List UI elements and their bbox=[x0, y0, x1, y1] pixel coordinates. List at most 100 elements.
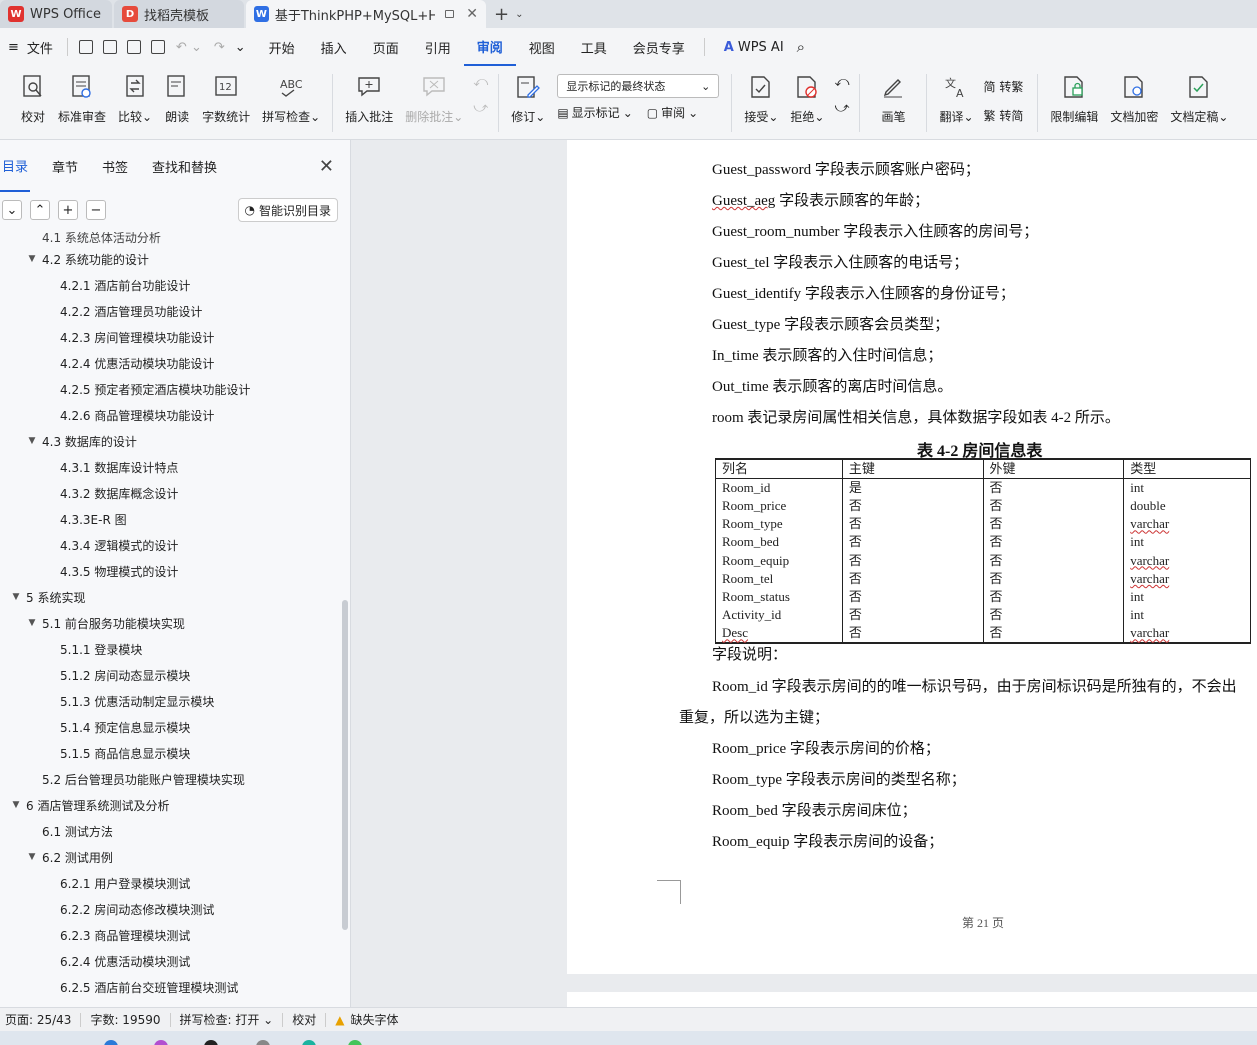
toc-item[interactable]: 4.3.1 数据库设计特点 bbox=[0, 454, 340, 480]
to-simplified-button[interactable]: 繁 转简 bbox=[984, 107, 1024, 124]
page-count[interactable]: 页面: 25/43 bbox=[0, 1011, 76, 1028]
chevron-down-icon[interactable]: ⌄ bbox=[2, 200, 22, 220]
print-icon[interactable] bbox=[126, 40, 141, 54]
toc-item[interactable]: 4.2.1 酒店前台功能设计 bbox=[0, 272, 340, 298]
toc-item[interactable]: 5.2 后台管理员功能账户管理模块实现 bbox=[0, 766, 340, 792]
to-traditional-button[interactable]: 简 转繁 bbox=[984, 78, 1024, 95]
menu-member[interactable]: 会员专享 bbox=[620, 28, 698, 66]
tab-chapters[interactable]: 章节 bbox=[40, 140, 90, 192]
compare-button[interactable]: 比较⌄ bbox=[118, 74, 152, 125]
delete-comment-button[interactable]: 删除批注⌄ bbox=[405, 74, 463, 125]
menu-tools[interactable]: 工具 bbox=[568, 28, 620, 66]
menu-page[interactable]: 页面 bbox=[360, 28, 412, 66]
close-icon[interactable]: ✕ bbox=[466, 6, 478, 22]
expand-arrow-icon[interactable]: ▼ bbox=[26, 254, 38, 264]
toc-item[interactable]: 4.2.5 预定者预定酒店模块功能设计 bbox=[0, 376, 340, 402]
toc-item[interactable]: 6.1 测试方法 bbox=[0, 818, 340, 844]
proofread-button[interactable]: 校对 bbox=[20, 74, 46, 125]
toc-item[interactable]: 4.3.3E-R 图 bbox=[0, 506, 340, 532]
toc-item[interactable]: 4.3.5 物理模式的设计 bbox=[0, 558, 340, 584]
translate-button[interactable]: 文A 翻译⌄ bbox=[939, 74, 973, 125]
tab-document[interactable]: W 基于ThinkPHP+MySQL+HTM ✕ bbox=[246, 0, 486, 28]
toc-item[interactable]: 5.1.2 房间动态显示模块 bbox=[0, 662, 340, 688]
toc-item[interactable]: 4.2.2 酒店管理员功能设计 bbox=[0, 298, 340, 324]
expand-arrow-icon[interactable]: ▼ bbox=[26, 436, 38, 446]
wps-ai-button[interactable]: A WPS AI bbox=[711, 28, 797, 66]
print-preview-icon[interactable] bbox=[150, 40, 165, 54]
redo-icon[interactable]: ↷ bbox=[214, 40, 225, 55]
toc-item[interactable]: 4.2.4 优惠活动模块功能设计 bbox=[0, 350, 340, 376]
export-pdf-icon[interactable] bbox=[102, 40, 117, 54]
menu-view[interactable]: 视图 bbox=[516, 28, 568, 66]
toc-item[interactable]: ▼ 5 系统实现 bbox=[0, 584, 340, 610]
reject-button[interactable]: 拒绝⌄ bbox=[790, 74, 824, 125]
next-comment-icon[interactable]: ⤻ bbox=[473, 100, 488, 116]
toc-item[interactable]: 6.2.3 商品管理模块测试 bbox=[0, 922, 340, 948]
smart-toc-button[interactable]: ◔ 智能识别目录 bbox=[237, 198, 338, 222]
expand-arrow-icon[interactable]: ▼ bbox=[26, 852, 38, 862]
expand-arrow-icon[interactable]: ▼ bbox=[26, 618, 38, 628]
tab-toc[interactable]: 目录 bbox=[0, 140, 31, 192]
taskbar-app-icon[interactable] bbox=[154, 1040, 168, 1045]
previous-comment-icon[interactable]: ⤺ bbox=[473, 74, 488, 90]
word-count[interactable]: 字数: 19590 bbox=[85, 1011, 165, 1028]
toc-item[interactable]: 6.2.4 优惠活动模块测试 bbox=[0, 948, 340, 974]
toc-item[interactable]: ▼ 6 酒店管理系统测试及分析 bbox=[0, 792, 340, 818]
taskbar-app-icon[interactable] bbox=[256, 1040, 270, 1045]
taskbar-app-icon[interactable] bbox=[204, 1040, 218, 1045]
toc-item[interactable]: ▼ 5.1 前台服务功能模块实现 bbox=[0, 610, 340, 636]
restrict-edit-button[interactable]: 限制编辑 bbox=[1050, 74, 1098, 125]
word-count-button[interactable]: 12 字数统计 bbox=[202, 74, 250, 125]
finalize-button[interactable]: 文档定稿⌄ bbox=[1170, 74, 1228, 125]
next-change-icon[interactable]: ⤻ bbox=[834, 100, 849, 116]
taskbar-app-icon[interactable] bbox=[302, 1040, 316, 1045]
toc-item[interactable]: 6.2.5 酒店前台交班管理模块测试 bbox=[0, 974, 340, 1000]
taskbar-app-icon[interactable] bbox=[348, 1040, 362, 1045]
chevron-up-icon[interactable]: ⌃ bbox=[30, 200, 50, 220]
file-menu[interactable]: ≡ 文件 bbox=[0, 28, 61, 66]
toc-item[interactable]: 4.3.2 数据库概念设计 bbox=[0, 480, 340, 506]
tab-templates[interactable]: D 找稻壳模板 bbox=[114, 0, 244, 28]
toc-item[interactable]: 5.1.4 预定信息显示模块 bbox=[0, 714, 340, 740]
toc-item[interactable]: 5.1.1 登录模块 bbox=[0, 636, 340, 662]
pen-button[interactable]: 画笔 bbox=[880, 74, 906, 125]
expand-arrow-icon[interactable]: ▼ bbox=[10, 592, 22, 602]
new-tab-button[interactable]: + bbox=[494, 0, 509, 28]
undo-icon[interactable]: ↶ ⌄ bbox=[176, 40, 202, 55]
menu-references[interactable]: 引用 bbox=[412, 28, 464, 66]
review-pane-button[interactable]: ▢ 审阅 ⌄ bbox=[647, 104, 698, 121]
toc-item[interactable]: 5.1.3 优惠活动制定显示模块 bbox=[0, 688, 340, 714]
track-changes-button[interactable]: 修订⌄ bbox=[511, 74, 545, 125]
close-icon[interactable]: ✕ bbox=[319, 156, 334, 177]
menu-review[interactable]: 审阅 bbox=[463, 28, 516, 66]
toc-item[interactable]: 4.3.4 逻辑模式的设计 bbox=[0, 532, 340, 558]
toc-item[interactable]: 4.2.3 房间管理模块功能设计 bbox=[0, 324, 340, 350]
change-nav-buttons[interactable]: ⤺ ⤻ bbox=[834, 74, 849, 116]
show-markup-button[interactable]: ▤ 显示标记 ⌄ bbox=[557, 104, 632, 121]
toc-item[interactable]: ▼ 4.3 数据库的设计 bbox=[0, 428, 340, 454]
monitor-icon[interactable] bbox=[444, 10, 455, 18]
save-icon[interactable] bbox=[78, 40, 93, 54]
tab-bookmarks[interactable]: 书签 bbox=[90, 140, 140, 192]
menu-insert[interactable]: 插入 bbox=[308, 28, 360, 66]
toc-item[interactable]: ▼ 6.2 测试用例 bbox=[0, 844, 340, 870]
tab-find-replace[interactable]: 查找和替换 bbox=[140, 140, 229, 192]
chevron-down-icon[interactable]: ⌄ bbox=[515, 0, 523, 28]
encrypt-button[interactable]: 文档加密 bbox=[1110, 74, 1158, 125]
spell-check-button[interactable]: ABC 拼写检查⌄ bbox=[262, 74, 320, 125]
toc-item[interactable]: 4.1 系统总体活动分析 bbox=[0, 232, 340, 246]
tab-wps-office[interactable]: W WPS Office bbox=[0, 0, 112, 28]
menu-home[interactable]: 开始 bbox=[256, 28, 308, 66]
standard-review-button[interactable]: 标准审查 bbox=[58, 74, 106, 125]
toc-item[interactable]: 6.2.1 用户登录模块测试 bbox=[0, 870, 340, 896]
previous-change-icon[interactable]: ⤺ bbox=[834, 74, 849, 90]
read-aloud-button[interactable]: 朗读 bbox=[164, 74, 190, 125]
search-icon[interactable]: ⌕ bbox=[797, 38, 805, 56]
spell-check-status[interactable]: 拼写检查: 打开 ⌄ bbox=[175, 1011, 279, 1028]
markup-state-dropdown[interactable]: 显示标记的最终状态 ⌄ bbox=[557, 74, 720, 98]
insert-comment-button[interactable]: 插入批注 bbox=[345, 74, 393, 125]
toc-item[interactable]: 4.2.6 商品管理模块功能设计 bbox=[0, 402, 340, 428]
comment-nav-buttons[interactable]: ⤺ ⤻ bbox=[473, 74, 488, 116]
plus-icon[interactable]: + bbox=[58, 200, 78, 220]
missing-font-status[interactable]: ▲ 缺失字体 bbox=[330, 1011, 403, 1028]
